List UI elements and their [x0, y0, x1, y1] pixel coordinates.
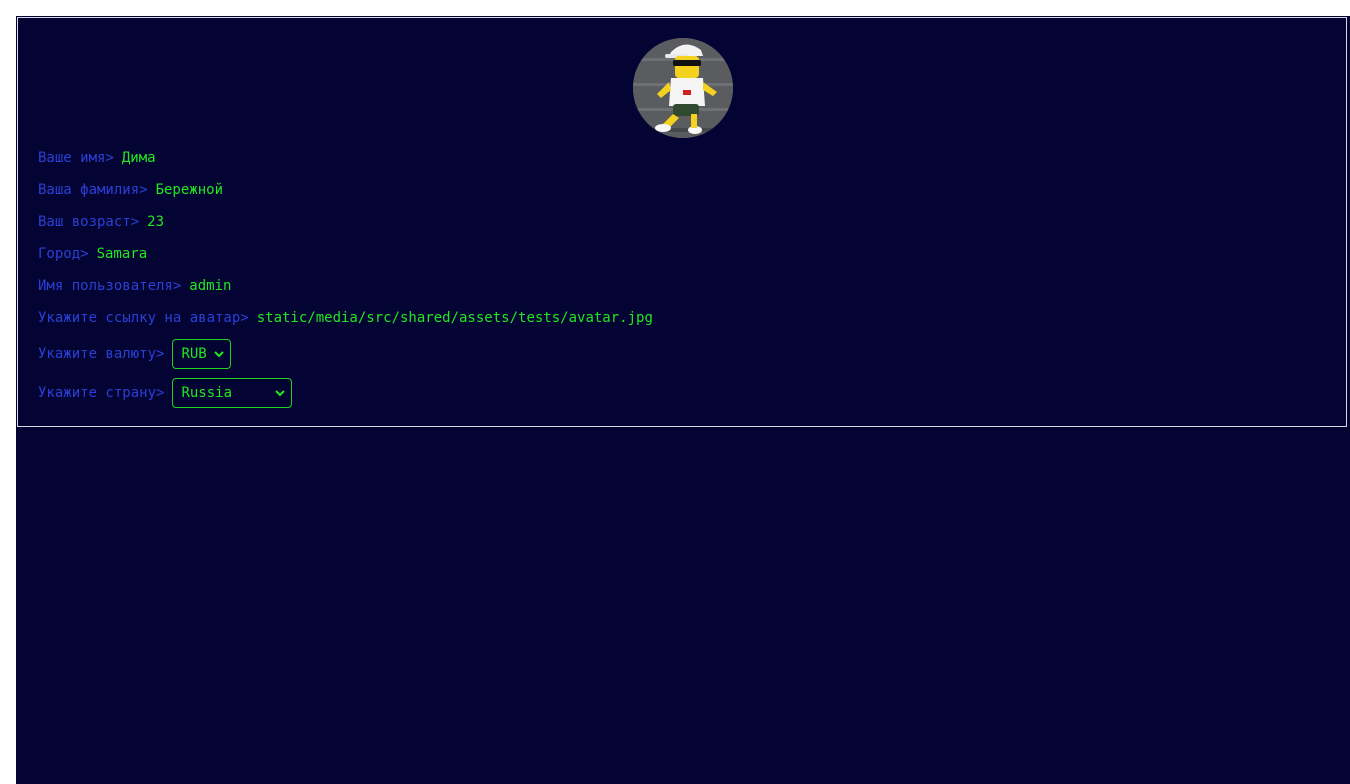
- avatar-url-field[interactable]: static/media/src/shared/assets/tests/ava…: [257, 308, 653, 328]
- avatar-image: [633, 38, 733, 138]
- avatar-url-row: Укажите ссылку на аватар> static/media/s…: [38, 308, 653, 328]
- first-name-row: Ваше имя> Дима: [38, 148, 156, 168]
- chevron-down-icon: [214, 340, 225, 368]
- username-label: Имя пользователя>: [38, 278, 182, 294]
- country-select[interactable]: Russia: [172, 378, 293, 408]
- country-selected-value: Russia: [181, 385, 233, 401]
- city-label: Город>: [38, 246, 89, 262]
- currency-selected-value: RUB: [181, 346, 207, 362]
- country-row: Укажите страну> Russia: [38, 378, 293, 408]
- chevron-down-icon: [275, 379, 286, 407]
- city-row: Город> Samara: [38, 244, 147, 264]
- profile-card: Ваше имя> Дима Ваша фамилия> Бережной Ва…: [17, 17, 1347, 427]
- avatar-url-label: Укажите ссылку на аватар>: [38, 310, 249, 326]
- currency-label: Укажите валюту>: [38, 346, 165, 362]
- first-name-label: Ваше имя>: [38, 150, 114, 166]
- city-field[interactable]: Samara: [97, 244, 148, 264]
- username-field[interactable]: admin: [189, 276, 231, 296]
- last-name-label: Ваша фамилия>: [38, 182, 148, 198]
- age-field[interactable]: 23: [147, 212, 164, 232]
- currency-row: Укажите валюту> RUB: [38, 339, 232, 369]
- country-label: Укажите страну>: [38, 385, 165, 401]
- first-name-field[interactable]: Дима: [122, 148, 156, 168]
- avatar: [633, 38, 733, 138]
- last-name-field[interactable]: Бережной: [156, 180, 223, 200]
- username-row: Имя пользователя> admin: [38, 276, 231, 296]
- last-name-row: Ваша фамилия> Бережной: [38, 180, 223, 200]
- age-row: Ваш возраст> 23: [38, 212, 164, 232]
- currency-select[interactable]: RUB: [172, 339, 232, 369]
- age-label: Ваш возраст>: [38, 214, 140, 230]
